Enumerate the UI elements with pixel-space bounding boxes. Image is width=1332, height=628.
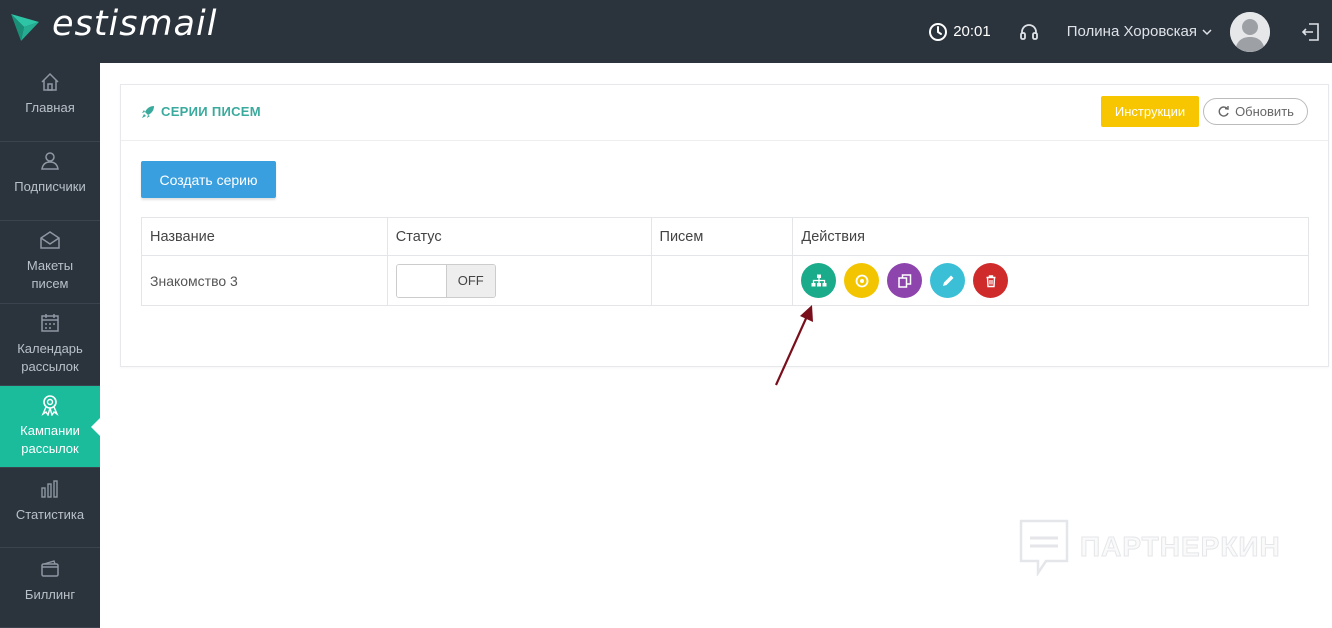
- sidebar-item-label: Кампании рассылок: [20, 423, 80, 456]
- sidebar-item-calendar[interactable]: Календарь рассылок: [0, 304, 100, 386]
- user-menu[interactable]: Полина Хоровская: [1067, 23, 1220, 40]
- column-header-actions: Действия: [792, 217, 1309, 256]
- sidebar-item-templates[interactable]: Макеты писем: [0, 221, 100, 304]
- page-title-text: СЕРИИ ПИСЕМ: [161, 104, 261, 119]
- watermark: ПАРТНЕРКИН: [1018, 518, 1281, 576]
- user-name: Полина Хоровская: [1066, 23, 1197, 40]
- panel-header: СЕРИИ ПИСЕМ Инструкции Обновить: [121, 85, 1328, 141]
- trash-icon: [986, 274, 996, 287]
- target-button[interactable]: [844, 263, 880, 298]
- watermark-logo-icon: [1019, 519, 1069, 576]
- sidebar: Главная Подписчики Макеты писем Календар…: [0, 63, 100, 628]
- logo-text: estismail: [52, 4, 218, 44]
- logo[interactable]: estismail: [10, 4, 217, 44]
- award-icon: [41, 395, 59, 416]
- headset-icon: [1019, 23, 1038, 40]
- top-bar: estismail 20:01 Полина Хоровская: [0, 0, 1332, 63]
- sidebar-item-label: Календарь рассылок: [17, 341, 83, 374]
- target-icon: [855, 274, 869, 287]
- toggle-knob: [396, 264, 446, 297]
- rocket-icon: [142, 105, 154, 118]
- chevron-down-icon: [1202, 28, 1212, 35]
- status-toggle[interactable]: OFF: [395, 263, 496, 298]
- sidebar-item-campaigns[interactable]: Кампании рассылок: [0, 386, 100, 468]
- sidebar-item-label: Макеты писем: [26, 258, 74, 291]
- calendar-icon: [41, 314, 59, 332]
- page-title: СЕРИИ ПИСЕМ: [141, 104, 261, 119]
- refresh-label: Обновить: [1235, 104, 1294, 119]
- series-panel: СЕРИИ ПИСЕМ Инструкции Обновить Создать …: [120, 84, 1329, 367]
- sidebar-item-label: Статистика: [15, 507, 85, 522]
- letters-count: [650, 255, 794, 306]
- logo-mark-icon: [11, 14, 39, 41]
- sitemap-icon: [811, 274, 827, 286]
- home-icon: [41, 72, 59, 91]
- users-icon: [41, 152, 59, 170]
- structure-button[interactable]: [801, 263, 837, 298]
- clock: 20:01: [928, 22, 991, 42]
- sidebar-item-label: Подписчики: [14, 179, 86, 194]
- toggle-label: OFF: [445, 264, 495, 297]
- status-cell: OFF: [386, 255, 652, 306]
- logout-icon: [1301, 22, 1319, 41]
- table-row: Знакомство 3 OFF: [141, 255, 1309, 306]
- create-series-button[interactable]: Создать серию: [141, 161, 276, 198]
- copy-button[interactable]: [887, 263, 923, 298]
- refresh-icon: [1218, 106, 1229, 117]
- clock-time: 20:01: [953, 23, 991, 40]
- actions-cell: [792, 255, 1309, 306]
- bar-chart-icon: [41, 480, 58, 498]
- support-button[interactable]: [1019, 22, 1039, 42]
- column-header-status: Статус: [386, 217, 652, 256]
- series-table: Название Статус Писем Действия Знакомств…: [141, 217, 1309, 306]
- column-header-name: Название: [141, 217, 388, 256]
- instructions-button[interactable]: Инструкции: [1101, 96, 1199, 127]
- sidebar-item-statistics[interactable]: Статистика: [0, 468, 100, 548]
- sidebar-item-home[interactable]: Главная: [0, 63, 100, 142]
- table-header-row: Название Статус Писем Действия: [141, 217, 1309, 256]
- clock-icon: [929, 22, 948, 41]
- copy-icon: [898, 273, 912, 288]
- envelope-icon: [40, 231, 60, 249]
- refresh-button[interactable]: Обновить: [1203, 98, 1308, 125]
- logout-button[interactable]: [1300, 21, 1322, 43]
- wallet-icon: [41, 560, 59, 577]
- watermark-text: ПАРТНЕРКИН: [1080, 531, 1281, 563]
- sidebar-item-subscribers[interactable]: Подписчики: [0, 142, 100, 221]
- avatar-placeholder-icon: [1230, 11, 1270, 52]
- annotation-arrow-icon: [774, 305, 813, 386]
- series-name: Знакомство 3: [141, 255, 388, 306]
- delete-button[interactable]: [973, 263, 1009, 298]
- avatar[interactable]: [1230, 11, 1270, 52]
- sidebar-item-label: Главная: [25, 100, 75, 115]
- pencil-icon: [942, 275, 954, 286]
- sidebar-item-label: Биллинг: [24, 587, 76, 602]
- sidebar-item-billing[interactable]: Биллинг: [0, 548, 100, 628]
- edit-button[interactable]: [930, 263, 966, 298]
- column-header-letters: Писем: [650, 217, 794, 256]
